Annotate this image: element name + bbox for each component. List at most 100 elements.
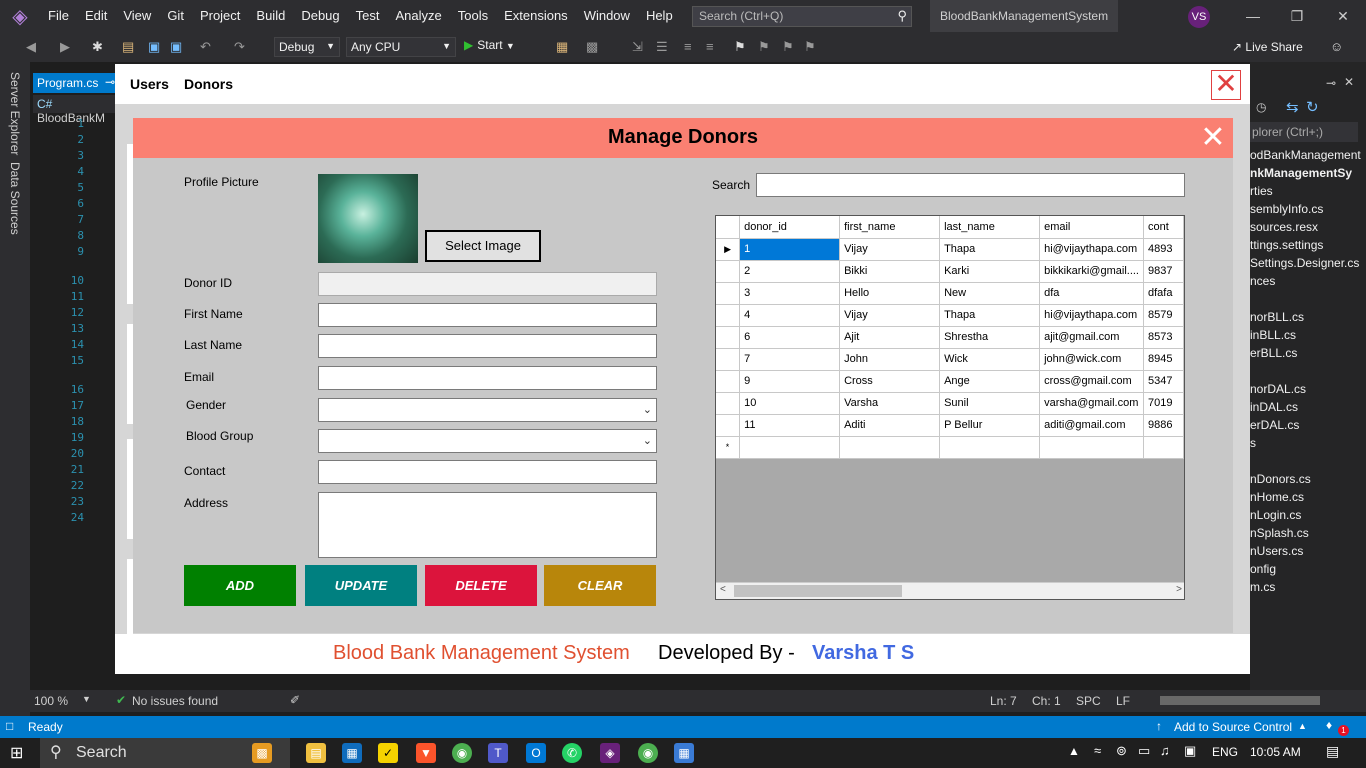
- menu-window[interactable]: Window: [576, 0, 638, 32]
- menu-debug[interactable]: Debug: [293, 0, 347, 32]
- new-row-icon[interactable]: *: [716, 436, 741, 459]
- gender-select[interactable]: ⌄: [318, 398, 657, 422]
- navigation-bar[interactable]: C# BloodBankM: [33, 95, 123, 125]
- bookmark-clear-icon[interactable]: ⚑: [804, 39, 816, 55]
- solution-tree-item[interactable]: inDAL.cs: [1250, 400, 1298, 414]
- table-cell[interactable]: Varsha: [839, 392, 941, 415]
- line-ending[interactable]: LF: [1116, 694, 1130, 708]
- current-row-indicator-icon[interactable]: ▶: [716, 238, 741, 261]
- brush-icon[interactable]: ✐: [290, 693, 300, 707]
- pin-icon[interactable]: ⊸: [1326, 76, 1336, 90]
- table-row[interactable]: 10 Varsha Sunil varsha@gmail.com 7019: [716, 392, 1184, 415]
- browse-icon[interactable]: ▦: [556, 39, 568, 55]
- column-header-email[interactable]: email: [1039, 216, 1144, 239]
- menu-help[interactable]: Help: [638, 0, 681, 32]
- data-sources-tab[interactable]: Data Sources: [8, 162, 22, 235]
- solution-tree-item[interactable]: rties: [1250, 184, 1273, 198]
- widget-icon[interactable]: ▩: [252, 743, 272, 763]
- table-cell[interactable]: 9886: [1143, 414, 1184, 437]
- table-cell[interactable]: aditi@gmail.com: [1039, 414, 1144, 437]
- app-icon[interactable]: ▦: [674, 743, 694, 763]
- table-cell[interactable]: Cross: [839, 370, 941, 393]
- delete-button[interactable]: DELETE: [425, 565, 537, 606]
- chevron-down-icon[interactable]: ▼: [82, 694, 91, 704]
- table-cell[interactable]: [839, 436, 941, 459]
- table-cell[interactable]: dfa: [1039, 282, 1144, 305]
- solution-tree-item[interactable]: nSplash.cs: [1250, 526, 1309, 540]
- menu-users[interactable]: Users: [130, 76, 169, 92]
- vs-search-input[interactable]: Search (Ctrl+Q) ⚲: [692, 6, 912, 27]
- solution-tree-item[interactable]: s: [1250, 436, 1256, 450]
- chevron-right-icon[interactable]: >: [1176, 584, 1182, 595]
- restore-icon[interactable]: ❐: [1274, 0, 1320, 32]
- menu-extensions[interactable]: Extensions: [496, 0, 576, 32]
- donor-search-input[interactable]: [756, 173, 1185, 197]
- solution-tree-item[interactable]: onfig: [1250, 562, 1276, 576]
- avatar[interactable]: VS: [1188, 6, 1210, 28]
- start-button[interactable]: ▶ Start ▼: [464, 38, 515, 52]
- menu-tools[interactable]: Tools: [450, 0, 496, 32]
- table-row[interactable]: ▶ 1 Vijay Thapa hi@vijaythapa.com 4893: [716, 238, 1184, 261]
- table-cell[interactable]: 8945: [1143, 348, 1184, 371]
- solution-tree-item[interactable]: semblyInfo.cs: [1250, 202, 1323, 216]
- table-cell[interactable]: john@wick.com: [1039, 348, 1144, 371]
- menu-build[interactable]: Build: [248, 0, 293, 32]
- visual-studio-icon[interactable]: ◈: [600, 743, 620, 763]
- row-header[interactable]: [716, 326, 741, 349]
- language-indicator[interactable]: ENG: [1212, 745, 1238, 759]
- form-close-button[interactable]: ✕: [1199, 123, 1227, 153]
- action-center-icon[interactable]: ▤: [1326, 743, 1339, 760]
- save-icon[interactable]: ▣: [148, 39, 160, 55]
- solution-tree-item[interactable]: nHome.cs: [1250, 490, 1304, 504]
- table-cell[interactable]: 9: [739, 370, 841, 393]
- server-explorer-tab[interactable]: Server Explorer: [8, 72, 22, 155]
- table-cell[interactable]: 8579: [1143, 304, 1184, 327]
- last-name-field[interactable]: [318, 334, 657, 358]
- table-row[interactable]: 4 Vijay Thapa hi@vijaythapa.com 8579: [716, 304, 1184, 327]
- column-header-cont[interactable]: cont: [1143, 216, 1184, 239]
- undo-icon[interactable]: ↶: [200, 39, 211, 55]
- table-cell[interactable]: Thapa: [939, 304, 1041, 327]
- brave-icon[interactable]: ▼: [416, 743, 436, 763]
- table-cell[interactable]: 7019: [1143, 392, 1184, 415]
- table-cell[interactable]: Wick: [939, 348, 1041, 371]
- table-row[interactable]: 6 Ajit Shrestha ajit@gmail.com 8573: [716, 326, 1184, 349]
- outdent-icon[interactable]: ≡: [706, 39, 714, 54]
- solution-tree-item[interactable]: odBankManagement: [1250, 148, 1361, 162]
- table-cell[interactable]: Ange: [939, 370, 1041, 393]
- solution-tree-item[interactable]: m.cs: [1250, 580, 1275, 594]
- table-cell[interactable]: Vijay: [839, 238, 941, 261]
- table-cell[interactable]: 2: [739, 260, 841, 283]
- solution-tree-item[interactable]: Settings.Designer.cs: [1250, 256, 1359, 270]
- table-cell[interactable]: New: [939, 282, 1041, 305]
- issues-status[interactable]: No issues found: [132, 694, 218, 708]
- menu-project[interactable]: Project: [192, 0, 248, 32]
- refresh-icon[interactable]: ↻: [1306, 98, 1319, 116]
- table-cell[interactable]: Thapa: [939, 238, 1041, 261]
- row-header[interactable]: [716, 282, 741, 305]
- wifi-icon[interactable]: ≈: [1094, 743, 1101, 758]
- row-header[interactable]: [716, 370, 741, 393]
- table-cell[interactable]: hi@vijaythapa.com: [1039, 304, 1144, 327]
- live-share-button[interactable]: ↗ Live Share: [1232, 40, 1303, 54]
- table-cell[interactable]: 4893: [1143, 238, 1184, 261]
- table-cell[interactable]: [739, 436, 841, 459]
- row-header[interactable]: [716, 392, 741, 415]
- blood-group-select[interactable]: ⌄: [318, 429, 657, 453]
- new-row[interactable]: *: [716, 436, 1184, 459]
- table-cell[interactable]: Vijay: [839, 304, 941, 327]
- solution-tree-item[interactable]: sources.resx: [1250, 220, 1318, 234]
- contact-field[interactable]: [318, 460, 657, 484]
- donors-grid[interactable]: donor_id first_name last_name email cont ▶ 1 V…: [715, 215, 1185, 600]
- table-cell[interactable]: hi@vijaythapa.com: [1039, 238, 1144, 261]
- table-row[interactable]: 7 John Wick john@wick.com 8945: [716, 348, 1184, 371]
- table-cell[interactable]: 4: [739, 304, 841, 327]
- bookmark-prev-icon[interactable]: ⚑: [758, 39, 770, 55]
- tool-icon[interactable]: ▩: [586, 39, 598, 55]
- platform-select[interactable]: Any CPU ▼: [346, 37, 456, 57]
- menu-donors[interactable]: Donors: [184, 76, 233, 92]
- table-cell[interactable]: varsha@gmail.com: [1039, 392, 1144, 415]
- row-header[interactable]: [716, 414, 741, 437]
- forward-icon[interactable]: ▶: [60, 39, 70, 55]
- column-header-last-name[interactable]: last_name: [939, 216, 1041, 239]
